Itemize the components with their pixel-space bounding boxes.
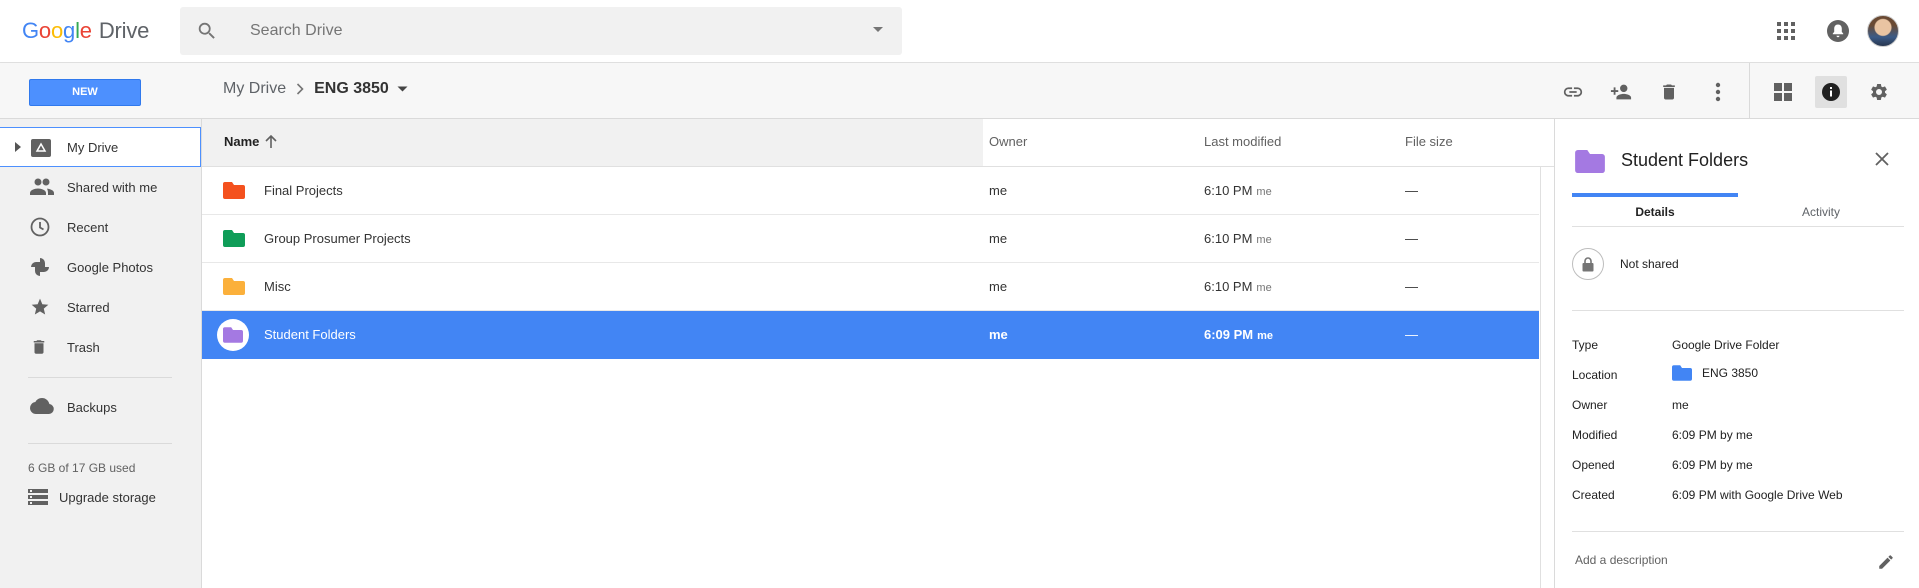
account-avatar[interactable] — [1867, 15, 1899, 47]
logo-product-name: Drive — [98, 18, 150, 43]
star-icon — [30, 297, 50, 317]
more-vert-icon[interactable] — [1704, 78, 1732, 106]
toolbar-divider — [1749, 63, 1750, 119]
name-column-highlight — [202, 119, 983, 166]
prop-value-opened: 6:09 PM by me — [1672, 458, 1753, 472]
file-row[interactable]: Group Prosumer Projects me 6:10 PM me — — [202, 215, 1539, 263]
photos-pinwheel-icon — [30, 257, 50, 277]
storage-quota-text: 6 GB of 17 GB used — [28, 461, 136, 475]
prop-label-location: Location — [1572, 368, 1618, 382]
settings-gear-icon[interactable] — [1865, 78, 1893, 106]
prop-value-owner: me — [1672, 398, 1689, 412]
folder-menu-dropdown-icon[interactable] — [397, 86, 408, 93]
get-link-icon[interactable] — [1559, 78, 1587, 106]
column-header-file-size[interactable]: File size — [1405, 134, 1453, 149]
lock-icon — [1572, 248, 1604, 280]
search-icon[interactable] — [196, 20, 218, 42]
column-header-name[interactable]: Name — [224, 134, 277, 149]
prop-value-type: Google Drive Folder — [1672, 338, 1780, 352]
sidebar-item-shared-with-me[interactable]: Shared with me — [0, 167, 202, 207]
chevron-right-icon — [296, 83, 304, 95]
sidebar-item-my-drive[interactable]: My Drive — [0, 127, 201, 167]
apps-grid-icon[interactable] — [1776, 21, 1796, 41]
search-input[interactable] — [250, 19, 830, 43]
folder-icon — [223, 278, 245, 295]
prop-label-created: Created — [1572, 488, 1615, 502]
breadcrumb: My Drive ENG 3850 — [223, 80, 408, 98]
sort-arrow-up-icon[interactable] — [259, 135, 277, 148]
new-button[interactable]: NEW — [29, 79, 141, 106]
prop-value-modified: 6:09 PM by me — [1672, 428, 1753, 442]
details-divider — [1572, 531, 1904, 532]
column-header-last-modified[interactable]: Last modified — [1204, 134, 1281, 149]
prop-label-owner: Owner — [1572, 398, 1608, 412]
active-tab-indicator — [1572, 193, 1738, 197]
folder-icon — [1575, 150, 1605, 173]
location-folder-icon — [1672, 365, 1702, 381]
share-add-person-icon[interactable] — [1607, 78, 1635, 106]
sidebar-divider — [28, 443, 172, 444]
sharing-status: Not shared — [1572, 248, 1679, 280]
search-box[interactable] — [180, 7, 902, 55]
notifications-bell-icon[interactable] — [1825, 18, 1851, 44]
upgrade-storage-link[interactable]: Upgrade storage — [28, 489, 156, 505]
details-title: Student Folders — [1621, 150, 1749, 170]
shared-people-icon — [30, 177, 54, 195]
add-description-field[interactable]: Add a description — [1575, 553, 1668, 567]
file-list: Name Owner Last modified File size Final… — [202, 119, 1554, 588]
prop-label-opened: Opened — [1572, 458, 1615, 472]
info-details-icon[interactable] — [1815, 76, 1847, 108]
top-bar: Google Drive — [0, 0, 1919, 63]
file-row[interactable]: Final Projects me 6:10 PM me — — [202, 167, 1539, 215]
prop-label-type: Type — [1572, 338, 1599, 352]
tab-activity[interactable]: Activity — [1738, 205, 1904, 219]
trash-icon — [30, 337, 48, 357]
column-header-row: Name Owner Last modified File size — [202, 119, 1554, 167]
details-tabs: Details Activity — [1572, 193, 1904, 227]
google-drive-logo[interactable]: Google Drive — [22, 18, 149, 44]
close-icon[interactable] — [1874, 151, 1890, 167]
file-row[interactable]: Misc me 6:10 PM me — — [202, 263, 1539, 311]
expand-arrow-icon[interactable] — [15, 142, 21, 152]
search-options-dropdown-icon[interactable] — [872, 26, 884, 34]
details-panel: Student Folders Details Activity Not sha… — [1554, 119, 1919, 588]
details-divider — [1572, 310, 1904, 311]
breadcrumb-current-folder[interactable]: ENG 3850 — [314, 80, 389, 98]
storage-stack-icon — [28, 489, 48, 505]
folder-icon — [223, 230, 245, 247]
prop-value-created: 6:09 PM with Google Drive Web — [1672, 488, 1843, 502]
trash-icon[interactable] — [1655, 78, 1683, 106]
tab-details[interactable]: Details — [1572, 205, 1738, 219]
folder-icon — [217, 319, 249, 351]
breadcrumb-my-drive[interactable]: My Drive — [223, 80, 286, 98]
clock-icon — [30, 217, 50, 237]
sidebar-item-backups[interactable]: Backups — [0, 387, 202, 427]
column-header-owner[interactable]: Owner — [989, 134, 1027, 149]
prop-label-modified: Modified — [1572, 428, 1618, 442]
sidebar-item-recent[interactable]: Recent — [0, 207, 202, 247]
sidebar-item-trash[interactable]: Trash — [0, 327, 202, 367]
edit-pencil-icon[interactable] — [1877, 553, 1895, 571]
sidebar-item-starred[interactable]: Starred — [0, 287, 202, 327]
folder-icon — [223, 182, 245, 199]
sidebar-item-google-photos[interactable]: Google Photos — [0, 247, 202, 287]
vertical-scrollbar[interactable] — [1540, 167, 1554, 588]
action-bar: NEW My Drive ENG 3850 — [0, 63, 1919, 119]
grid-view-icon[interactable] — [1769, 78, 1797, 106]
cloud-icon — [30, 397, 54, 415]
my-drive-icon — [30, 138, 52, 158]
sidebar: My Drive Shared with me Recent Google Ph… — [0, 119, 202, 588]
prop-value-location[interactable]: ENG 3850 — [1672, 365, 1758, 381]
file-row-selected[interactable]: Student Folders me 6:09 PM me — — [202, 311, 1539, 359]
sidebar-divider — [28, 377, 172, 378]
